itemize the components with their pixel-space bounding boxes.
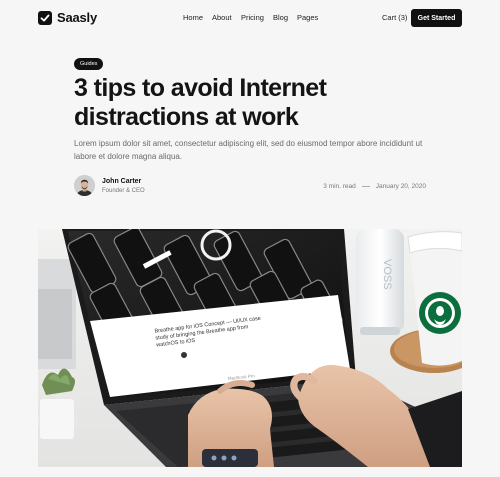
category-tag[interactable]: Guides [74, 58, 104, 70]
avatar [74, 175, 95, 196]
article-lede: Lorem ipsum dolor sit amet, consectetur … [74, 139, 423, 161]
get-started-button[interactable]: Get Started [411, 9, 462, 27]
publish-date: January 20, 2020 [375, 183, 426, 190]
nav-pages[interactable]: Pages [297, 13, 318, 22]
article-meta: 3 min. read January 20, 2020 [323, 183, 426, 190]
hero-photo-illustration: VOSS Breathe app for iOS Concept — UI/UX… [38, 229, 462, 467]
author-role: Founder & CEO [102, 188, 145, 194]
nav-pricing[interactable]: Pricing [241, 13, 264, 22]
read-time: 3 min. read [323, 183, 356, 190]
site-header: Saasly Home About Pricing Blog Pages Car… [0, 0, 500, 36]
nav-about[interactable]: About [212, 13, 232, 22]
hero-image: VOSS Breathe app for iOS Concept — UI/UX… [38, 229, 462, 467]
author-name[interactable]: John Carter [102, 178, 141, 185]
article-title: 3 tips to avoid Internet distractions at… [74, 74, 327, 131]
logo[interactable]: Saasly [38, 10, 97, 25]
nav-blog[interactable]: Blog [273, 13, 288, 22]
bottle-brand-text: VOSS [381, 259, 393, 290]
meta-divider [361, 186, 370, 187]
cart-link[interactable]: Cart (3) [382, 13, 407, 22]
nav-home[interactable]: Home [183, 13, 203, 22]
check-logo-icon [38, 10, 52, 25]
author-row: John Carter Founder & CEO 3 min. read Ja… [74, 175, 426, 197]
brand-name: Saasly [57, 10, 98, 25]
